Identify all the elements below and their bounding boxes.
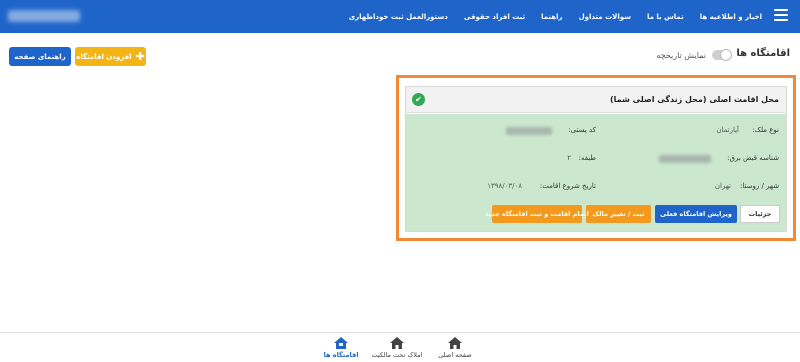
floor-value: ۲ xyxy=(567,154,571,162)
floor-label: طبقه: xyxy=(578,154,596,162)
residence-icon xyxy=(334,337,348,349)
nav-news[interactable]: اخبار و اطلاعیه ها xyxy=(700,13,762,21)
check-circle-icon: ✔ xyxy=(412,93,425,106)
page-title: اقامتگاه ها xyxy=(736,48,790,59)
page-guide-button[interactable]: راهنمای صفحه xyxy=(9,47,71,66)
card-body: نوع ملک: آپارتمان کد پستی: شناسه قبض برق… xyxy=(406,114,786,231)
tab-home-label: صفحه اصلی xyxy=(438,351,472,359)
postal-code-value-blurred xyxy=(506,127,552,135)
postal-code-label: کد پستی: xyxy=(568,126,596,134)
tab-owned-properties-label: املاک تحت مالکیت xyxy=(371,351,423,359)
add-residence-label: افزودن اقامتگاه xyxy=(76,52,132,61)
user-name-blurred[interactable] xyxy=(8,10,80,22)
electricity-bill-id-label: شناسه قبض برق: xyxy=(727,154,779,162)
bottom-tab-bar: صفحه اصلی املاک تحت مالکیت اقامتگاه ها xyxy=(0,332,800,362)
change-owner-button[interactable]: ثبت / تغییر مالک xyxy=(586,205,651,223)
start-date-value: ۱۳۹۸/۰۳/۰۸ xyxy=(487,182,522,190)
tab-residences[interactable]: اقامتگاه ها xyxy=(311,337,371,359)
end-residence-button[interactable]: اتمام اقامت و ثبت اقامتگاه جدید xyxy=(485,205,589,223)
history-toggle-label: نمایش تاریخچه xyxy=(656,50,706,60)
history-toggle[interactable] xyxy=(712,49,732,61)
tab-owned-properties[interactable]: املاک تحت مالکیت xyxy=(367,337,427,359)
card-title: محل اقامت اصلی (محل زندگی اصلی شما) xyxy=(609,95,779,104)
city-value: تهران xyxy=(714,182,731,190)
home-icon xyxy=(390,337,404,349)
property-type-value: آپارتمان xyxy=(716,126,739,134)
nav-contact[interactable]: تماس با ما xyxy=(647,13,684,21)
residence-card: محل اقامت اصلی (محل زندگی اصلی شما) ✔ نو… xyxy=(405,86,787,232)
card-header: محل اقامت اصلی (محل زندگی اصلی شما) ✔ xyxy=(406,87,786,113)
edit-residence-button[interactable]: ویرایش اقامتگاه فعلی xyxy=(655,205,737,223)
nav-faq[interactable]: سوالات متداول xyxy=(579,13,631,21)
property-type-label: نوع ملک: xyxy=(752,126,779,134)
menu-icon[interactable] xyxy=(774,9,788,21)
home-icon xyxy=(448,337,462,349)
city-label: شهر / روستا: xyxy=(740,182,779,190)
nav-legal-entities[interactable]: ثبت افراد حقوقی xyxy=(464,13,525,21)
nav-help[interactable]: راهنما xyxy=(541,13,562,21)
residence-card-highlight: محل اقامت اصلی (محل زندگی اصلی شما) ✔ نو… xyxy=(396,75,796,241)
main-nav: اخبار و اطلاعیه ها تماس با ما سوالات متد… xyxy=(349,0,762,33)
history-toggle-group[interactable]: نمایش تاریخچه xyxy=(656,49,732,61)
tab-residences-label: اقامتگاه ها xyxy=(323,351,359,359)
toggle-knob xyxy=(720,49,732,61)
details-button[interactable]: جزئیات xyxy=(740,205,780,223)
tab-home[interactable]: صفحه اصلی xyxy=(425,337,485,359)
add-residence-button[interactable]: ✚ افزودن اقامتگاه xyxy=(75,47,146,66)
nav-instructions[interactable]: دستورالعمل ثبت خوداظهاری xyxy=(349,13,448,21)
plus-icon: ✚ xyxy=(135,50,145,63)
start-date-label: تاریخ شروع اقامت: xyxy=(539,182,596,190)
top-navbar: اخبار و اطلاعیه ها تماس با ما سوالات متد… xyxy=(0,0,800,33)
electricity-bill-id-value-blurred xyxy=(659,155,711,163)
